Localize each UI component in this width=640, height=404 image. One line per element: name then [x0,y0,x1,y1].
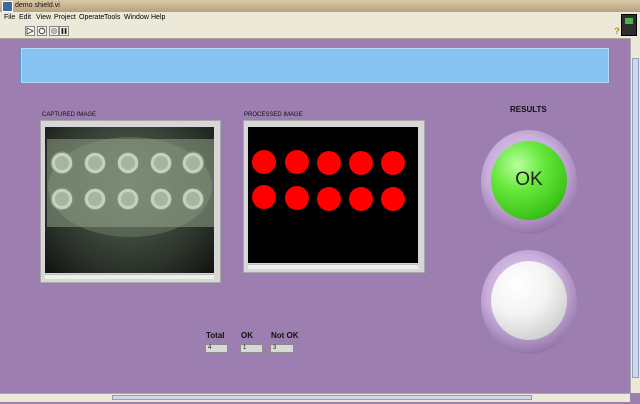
processed-image-label: PROCESSED IMAGE [244,112,303,118]
menu-view[interactable]: View [36,13,51,23]
abort-icon[interactable] [49,26,59,36]
horizontal-scrollbar[interactable] [0,393,630,402]
menu-tools[interactable]: Tools [104,13,120,23]
processed-image-display [243,120,425,273]
run-arrow-icon[interactable] [25,26,35,36]
vertical-scroll-thumb[interactable] [632,58,639,378]
menu-operate[interactable]: Operate [79,13,104,23]
vi-icon [621,14,637,36]
ok-led-text: OK [515,169,543,190]
menu-project[interactable]: Project [54,13,76,23]
captured-image-label: CAPTURED IMAGE [42,112,97,118]
pause-icon[interactable] [59,26,69,36]
ok-count-indicator: 1 [240,344,263,353]
menu-file[interactable]: File [4,13,15,23]
horizontal-scroll-thumb[interactable] [112,395,532,400]
menu-edit[interactable]: Edit [19,13,31,23]
run-continuously-icon[interactable] [37,26,47,36]
ok-count-label: OK [241,331,253,340]
toolbar: ? [0,24,640,39]
ok-led[interactable]: OK [491,141,567,220]
results-label: RESULTS [510,105,547,114]
labview-app-icon [2,1,13,12]
vertical-scrollbar[interactable] [630,38,640,393]
processed-image [248,127,418,263]
window-title: demo shield.vi [15,2,60,9]
processed-image-scrollbar[interactable] [248,264,418,269]
notok-led-bezel [481,250,577,354]
menu-window[interactable]: Window [124,13,149,23]
total-label: Total [206,331,225,340]
ok-led-bezel: OK [481,130,577,234]
total-indicator: 4 [205,344,228,353]
menu-help[interactable]: Help [151,13,165,23]
status-string-indicator [20,47,610,84]
notok-count-label: Not OK [271,331,299,340]
notok-count-indicator: 3 [270,344,294,353]
captured-image [45,127,214,273]
notok-led[interactable] [491,261,567,340]
captured-image-display [40,120,221,283]
captured-image-scrollbar[interactable] [45,274,214,279]
